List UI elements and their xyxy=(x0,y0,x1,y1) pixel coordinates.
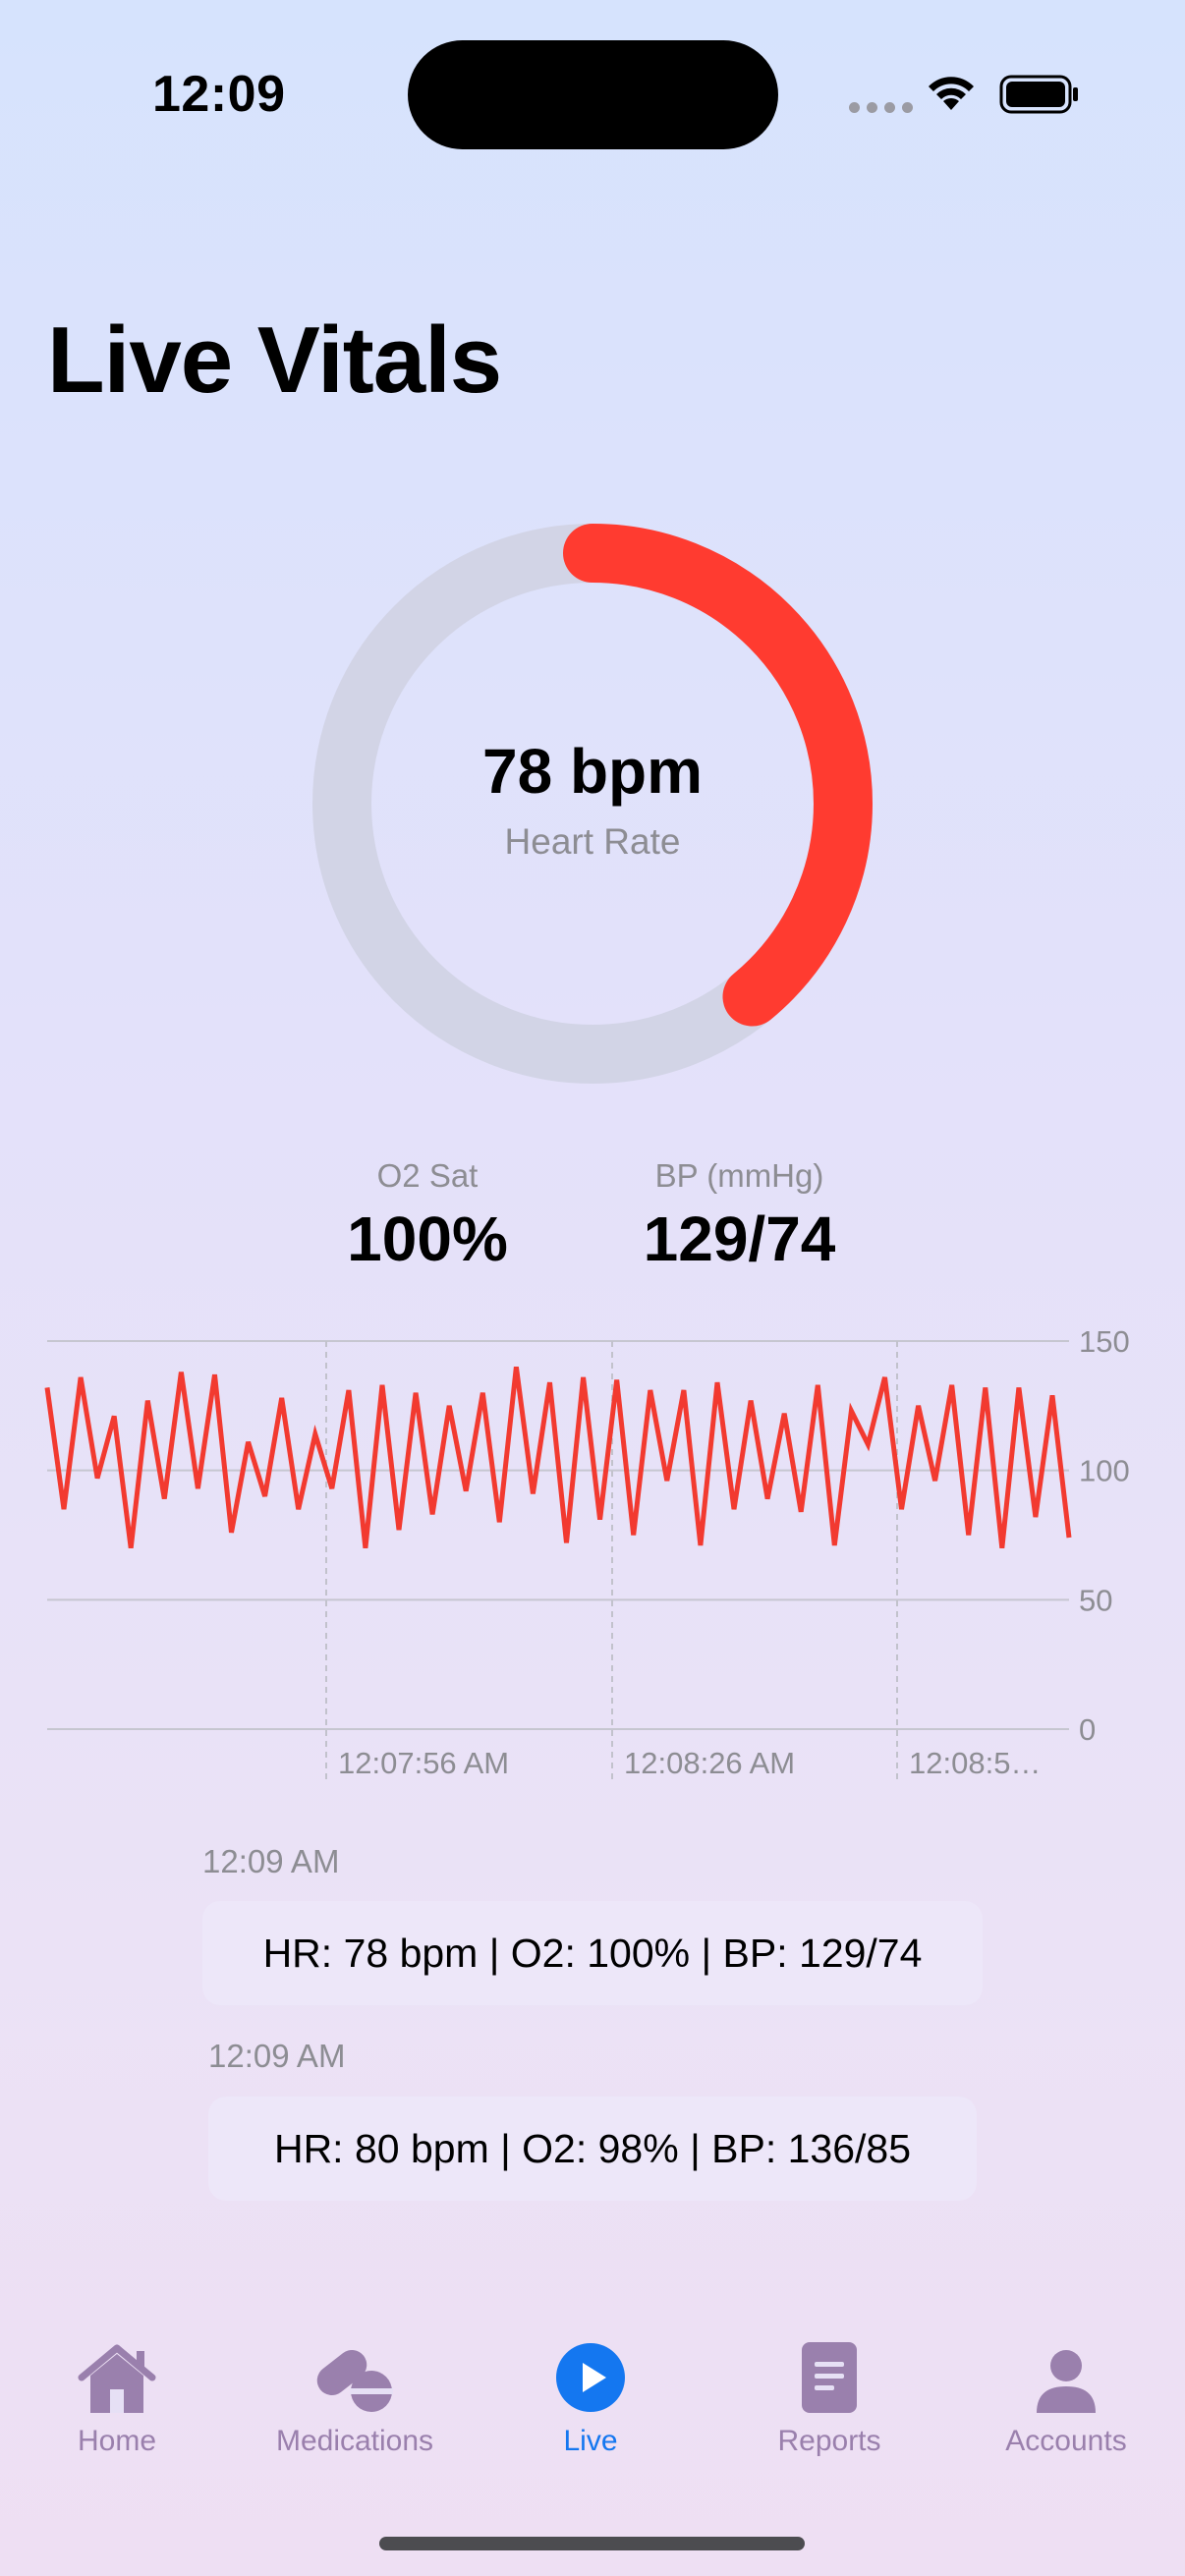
house-icon xyxy=(78,2344,156,2413)
chart-y-tick-label: 150 xyxy=(1079,1324,1130,1359)
heart-rate-label: Heart Rate xyxy=(504,821,681,862)
chart-y-ticks: 150 100 50 0 xyxy=(1079,1324,1130,1747)
chart-y-tick-label: 100 xyxy=(1079,1454,1130,1488)
tab-home-label: Home xyxy=(77,2425,157,2457)
heart-rate-chart: 150 100 50 0 12:07:56 AM 12:08:26 AM 12:08:5… xyxy=(44,1324,1130,1783)
tab-medications[interactable]: Medications xyxy=(237,2328,473,2476)
tab-accounts-label: Accounts xyxy=(1005,2425,1127,2457)
heart-rate-series-line xyxy=(44,1366,1072,1549)
log-entry-time: 12:09 AM xyxy=(202,1843,340,1879)
o2-sat-stat: O2 Sat 100% xyxy=(314,1157,540,1275)
bp-stat: BP (mmHg) 129/74 xyxy=(619,1157,860,1275)
page-title: Live Vitals xyxy=(47,308,502,413)
log-entry-time: 12:09 AM xyxy=(208,2038,346,2074)
tab-live-label: Live xyxy=(563,2425,618,2457)
tab-home[interactable]: Home xyxy=(0,2328,235,2476)
chart-y-tick-label: 50 xyxy=(1079,1583,1112,1617)
bp-value: 129/74 xyxy=(643,1204,836,1274)
o2-sat-label: O2 Sat xyxy=(376,1157,479,1194)
tab-bar: Home Medications Live Reports Accounts xyxy=(0,2328,1185,2476)
tab-reports[interactable]: Reports xyxy=(711,2328,947,2476)
log-entry-text: HR: 80 bpm | O2: 98% | BP: 136/85 xyxy=(273,2125,912,2171)
chart-x-tick-label: 12:07:56 AM xyxy=(338,1746,509,1780)
o2-sat-value: 100% xyxy=(347,1204,508,1274)
chart-y-tick-label: 0 xyxy=(1079,1712,1096,1747)
tab-medications-label: Medications xyxy=(275,2425,434,2457)
tab-reports-label: Reports xyxy=(777,2425,881,2457)
battery-icon xyxy=(999,75,1078,114)
chart-x-ticks: 12:07:56 AM 12:08:26 AM 12:08:5… xyxy=(338,1746,1041,1780)
bp-label: BP (mmHg) xyxy=(654,1157,824,1194)
cellular-dots-icon xyxy=(849,102,913,113)
wifi-icon xyxy=(929,77,974,110)
heart-rate-readout: 78 bpm Heart Rate xyxy=(312,735,873,863)
log-entry-text: HR: 78 bpm | O2: 100% | BP: 129/74 xyxy=(262,1930,923,1976)
log-entry-card: HR: 80 bpm | O2: 98% | BP: 136/85 xyxy=(208,2097,977,2201)
log-entry-card: HR: 78 bpm | O2: 100% | BP: 129/74 xyxy=(202,1901,983,2005)
play-circle-icon xyxy=(556,2343,625,2412)
tab-accounts[interactable]: Accounts xyxy=(948,2328,1184,2476)
chart-x-tick-label: 12:08:5… xyxy=(909,1746,1041,1780)
home-indicator xyxy=(379,2537,805,2550)
chart-x-tick-label: 12:08:26 AM xyxy=(624,1746,795,1780)
pills-icon xyxy=(316,2349,393,2412)
heart-rate-value: 78 bpm xyxy=(481,736,704,807)
person-icon xyxy=(1037,2350,1096,2413)
tab-live[interactable]: Live xyxy=(473,2328,708,2476)
document-icon xyxy=(802,2342,857,2413)
status-bar: 12:09 xyxy=(0,0,1185,196)
status-time: 12:09 xyxy=(152,66,286,123)
dynamic-island xyxy=(408,40,778,149)
